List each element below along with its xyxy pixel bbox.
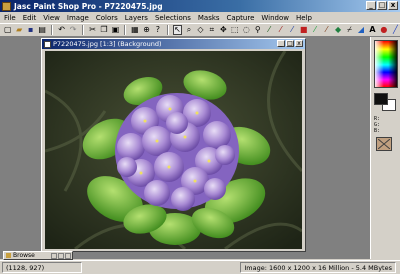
menu-file[interactable]: File: [3, 14, 17, 22]
toolbar: ▢ ▰ ▪ ▤ ↶ ↷ ✂ ❐ ▣ ▦ ⊕ ? ↖ ⌕ ◇ ⌗ ✥ ⬚ ◌ ⚲ …: [0, 23, 400, 37]
app-icon: [2, 1, 11, 11]
african-violet-photo: [45, 51, 302, 249]
menu-image[interactable]: Image: [66, 14, 90, 22]
foreground-color-swatch[interactable]: [374, 93, 388, 105]
document-icon: [44, 40, 51, 48]
menu-window[interactable]: Window: [260, 14, 290, 22]
image-window-buttons: _ □ x: [277, 40, 303, 47]
image-close-button[interactable]: x: [295, 40, 303, 47]
shapes-tool-icon[interactable]: ●: [379, 25, 388, 35]
color-spectrum-picker[interactable]: [374, 40, 398, 88]
text-tool-icon[interactable]: A: [368, 25, 377, 35]
minimize-button[interactable]: _: [366, 1, 376, 10]
menu-view[interactable]: View: [42, 14, 61, 22]
close-button[interactable]: x: [388, 1, 398, 10]
menu-selections[interactable]: Selections: [154, 14, 192, 22]
color-palette: R: G: B:: [370, 37, 400, 259]
maximize-button[interactable]: □: [377, 1, 387, 10]
cursor-coordinates: (1128, 927): [2, 262, 82, 273]
browse-close-button[interactable]: [65, 252, 71, 259]
app-title: Jasc Paint Shop Pro - P7220475.jpg: [14, 1, 163, 11]
menu-capture[interactable]: Capture: [226, 14, 256, 22]
menu-edit[interactable]: Edit: [22, 14, 38, 22]
color-info-b: B:: [374, 128, 381, 134]
browse-label: Browse: [13, 252, 35, 259]
image-window[interactable]: P7220475.jpg [1:3] (Background) _ □ x: [41, 38, 306, 252]
photo-canvas[interactable]: [45, 51, 302, 249]
color-replacer-icon[interactable]: ■: [299, 25, 308, 35]
mover-tool-icon[interactable]: ✥: [219, 25, 228, 35]
save-icon[interactable]: ▪: [26, 25, 35, 35]
zoom-icon[interactable]: ⊕: [142, 25, 151, 35]
browse-icon[interactable]: ▦: [130, 25, 139, 35]
image-minimize-button[interactable]: _: [277, 40, 285, 47]
toolbar-divider: [50, 25, 53, 35]
zoom-tool-icon[interactable]: ⌕: [184, 25, 193, 35]
magic-wand-icon[interactable]: ⚲: [253, 25, 262, 35]
flood-fill-icon[interactable]: ◢: [356, 25, 365, 35]
color-info: R: G: B:: [374, 116, 398, 134]
menu-bar: File Edit View Image Colors Layers Selec…: [0, 12, 400, 23]
menu-help[interactable]: Help: [295, 14, 313, 22]
paintbrush-icon[interactable]: ⁄: [276, 25, 285, 35]
deform-tool-icon[interactable]: ◇: [196, 25, 205, 35]
browse-minimized-window[interactable]: Browse: [3, 251, 73, 260]
airbrush-icon[interactable]: ⌿: [345, 25, 354, 35]
print-icon[interactable]: ▤: [37, 25, 46, 35]
selection-tool-icon[interactable]: ⬚: [230, 25, 239, 35]
arrow-tool-icon[interactable]: ↖: [172, 25, 183, 35]
texture-swatch[interactable]: [376, 137, 392, 151]
cut-icon[interactable]: ✂: [88, 25, 97, 35]
paste-icon[interactable]: ▣: [111, 25, 120, 35]
crop-tool-icon[interactable]: ⌗: [207, 25, 216, 35]
copy-icon[interactable]: ❐: [99, 25, 108, 35]
browse-maximize-button[interactable]: [58, 252, 64, 259]
status-bar: (1128, 927) Image: 1600 x 1200 x 16 Mill…: [0, 260, 400, 274]
redo-icon[interactable]: ↷: [68, 25, 77, 35]
dropper-icon[interactable]: ⁄: [264, 25, 273, 35]
toolbar-divider: [124, 25, 127, 35]
undo-icon[interactable]: ↶: [57, 25, 66, 35]
help-icon[interactable]: ?: [153, 25, 162, 35]
image-info: Image: 1600 x 1200 x 16 Million - 5.4 MB…: [240, 262, 396, 273]
texture-swatch-icon: [378, 139, 390, 149]
toolbar-divider: [166, 25, 169, 35]
window-buttons: _ □ x: [366, 1, 398, 10]
retouch-icon[interactable]: ⁄: [310, 25, 319, 35]
browse-window-buttons: [51, 252, 71, 259]
menu-layers[interactable]: Layers: [124, 14, 149, 22]
menu-masks[interactable]: Masks: [197, 14, 221, 22]
title-bar: Jasc Paint Shop Pro - P7220475.jpg _ □ x: [0, 0, 400, 12]
toolbar-divider: [81, 25, 84, 35]
browse-window-icon: [6, 253, 11, 258]
image-window-titlebar[interactable]: P7220475.jpg [1:3] (Background) _ □ x: [42, 39, 305, 49]
new-icon[interactable]: ▢: [3, 25, 12, 35]
open-icon[interactable]: ▰: [14, 25, 23, 35]
clone-brush-icon[interactable]: ⁄: [287, 25, 296, 35]
browse-restore-button[interactable]: [51, 252, 57, 259]
menu-colors[interactable]: Colors: [95, 14, 119, 22]
image-window-title: P7220475.jpg [1:3] (Background): [53, 40, 162, 48]
eraser-icon[interactable]: ⁄: [322, 25, 331, 35]
freehand-tool-icon[interactable]: ◌: [242, 25, 251, 35]
draw-tool-icon[interactable]: ╱: [391, 25, 400, 35]
image-maximize-button[interactable]: □: [286, 40, 294, 47]
picture-tube-icon[interactable]: ◆: [333, 25, 342, 35]
